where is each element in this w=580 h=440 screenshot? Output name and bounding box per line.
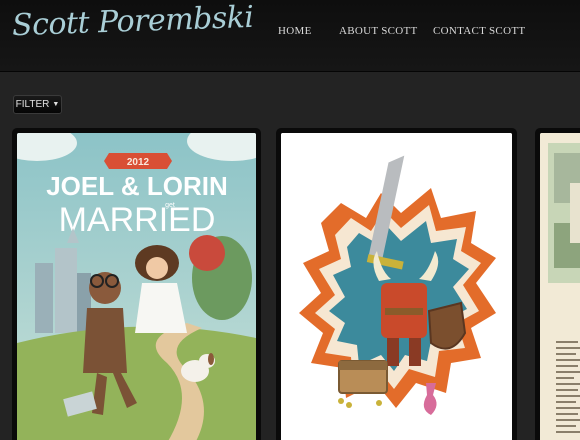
- nav-about-scott[interactable]: ABOUT SCOTT: [339, 25, 418, 37]
- site-logo[interactable]: Scott Porembski: [11, 0, 254, 43]
- wedding-poster-image[interactable]: 2012 JOEL & LORIN get MARRIED: [17, 133, 256, 440]
- wedding-poster-illustration: 2012 JOEL & LORIN get MARRIED: [17, 133, 256, 440]
- book-spread-illustration: [540, 133, 580, 440]
- caret-down-icon: ▼: [52, 101, 60, 108]
- filter-button[interactable]: FILTER ▼: [13, 95, 62, 114]
- site-header: Scott Porembski HOME ABOUT SCOTT CONTACT…: [0, 0, 580, 72]
- poster-line2: MARRIED: [59, 201, 216, 239]
- viking-poster-illustration: [281, 133, 512, 440]
- book-spread-image[interactable]: [540, 133, 580, 440]
- year-badge: 2012: [127, 157, 150, 168]
- portfolio-card-book[interactable]: [535, 128, 580, 440]
- portfolio-card-wedding[interactable]: 2012 JOEL & LORIN get MARRIED: [12, 128, 261, 440]
- nav-home[interactable]: HOME: [278, 25, 312, 37]
- poster-line1: JOEL & LORIN: [46, 171, 228, 201]
- portfolio-card-viking[interactable]: [276, 128, 517, 440]
- nav-contact-scott[interactable]: CONTACT SCOTT: [433, 25, 525, 37]
- viking-poster-image[interactable]: [281, 133, 512, 440]
- filter-label: FILTER: [15, 99, 50, 110]
